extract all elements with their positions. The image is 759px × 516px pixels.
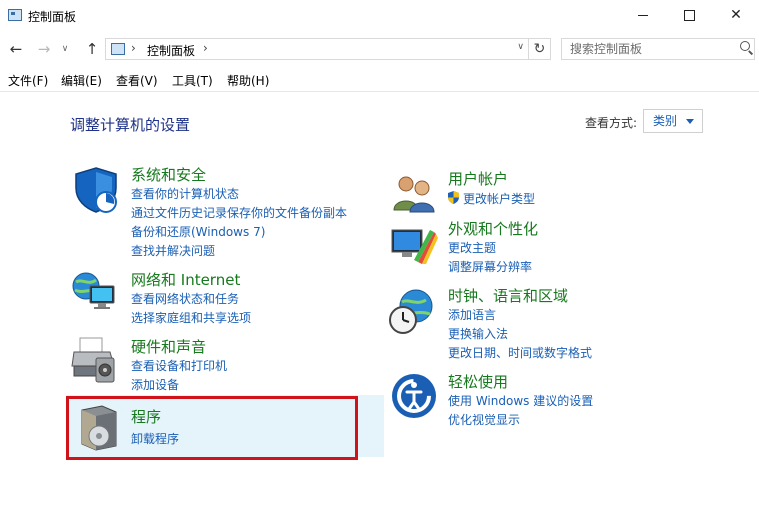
category-user-accounts-title[interactable]: 用户帐户	[448, 168, 508, 189]
page-title: 调整计算机的设置	[70, 116, 191, 134]
chevron-down-icon	[686, 119, 694, 124]
view-by-dropdown[interactable]: 类别	[643, 109, 703, 133]
close-icon: ✕	[730, 7, 742, 23]
breadcrumb-control-panel[interactable]: 控制面板	[147, 42, 195, 59]
breadcrumb-separator[interactable]: ›	[203, 41, 208, 55]
search-icon[interactable]	[740, 41, 750, 51]
link-network-status[interactable]: 查看网络状态和任务	[131, 290, 239, 307]
maximize-button[interactable]	[666, 0, 712, 32]
control-panel-icon	[111, 43, 125, 55]
link-view-computer-status[interactable]: 查看你的计算机状态	[131, 185, 239, 202]
back-button[interactable]: ←	[6, 39, 26, 59]
uac-shield-icon	[448, 191, 459, 204]
search-input[interactable]	[561, 38, 755, 60]
link-change-theme[interactable]: 更改主题	[448, 239, 496, 256]
category-system-security-title[interactable]: 系统和安全	[131, 164, 206, 185]
category-ease-of-access-title[interactable]: 轻松使用	[448, 371, 508, 392]
link-troubleshoot[interactable]: 查找并解决问题	[131, 242, 215, 259]
category-network-internet-title[interactable]: 网络和 Internet	[131, 269, 240, 290]
title-bar: 控制面板 ✕	[0, 0, 759, 32]
recent-locations-button[interactable]: ∨	[58, 39, 72, 59]
menu-view[interactable]: 查看(V)	[116, 72, 158, 89]
link-file-history-backup[interactable]: 通过文件历史记录保存你的文件备份副本	[131, 204, 347, 221]
refresh-button[interactable]: ↻	[529, 38, 551, 60]
view-by-value: 类别	[653, 114, 678, 128]
control-panel-icon	[8, 9, 22, 21]
annotation-highlight-box	[66, 396, 358, 460]
link-optimize-visual-display[interactable]: 优化视觉显示	[448, 411, 520, 428]
link-change-date-time-format[interactable]: 更改日期、时间或数字格式	[448, 344, 592, 361]
printer-icon[interactable]	[70, 336, 118, 384]
link-change-account-type[interactable]: 更改帐户类型	[463, 190, 535, 207]
link-backup-restore[interactable]: 备份和还原(Windows 7)	[131, 223, 265, 240]
minimize-button[interactable]	[620, 0, 666, 32]
menu-file[interactable]: 文件(F)	[8, 72, 48, 89]
breadcrumb-separator[interactable]: ›	[131, 41, 136, 55]
address-bar[interactable]: › 控制面板 › ∨	[105, 38, 529, 60]
forward-button[interactable]: →	[34, 39, 54, 59]
link-add-language[interactable]: 添加语言	[448, 306, 496, 323]
link-change-input-method[interactable]: 更换输入法	[448, 325, 508, 342]
clock-globe-icon[interactable]	[388, 288, 436, 336]
category-clock-region-title[interactable]: 时钟、语言和区域	[448, 285, 568, 306]
link-recommended-settings[interactable]: 使用 Windows 建议的设置	[448, 392, 593, 409]
shield-icon[interactable]	[72, 166, 120, 214]
network-globe-icon[interactable]	[70, 268, 118, 316]
category-hardware-sound-title[interactable]: 硬件和声音	[131, 336, 206, 357]
category-appearance-title[interactable]: 外观和个性化	[448, 218, 538, 239]
link-adjust-resolution[interactable]: 调整屏幕分辨率	[448, 258, 532, 275]
appearance-icon[interactable]	[390, 222, 438, 270]
menu-bar: 文件(F) 编辑(E) 查看(V) 工具(T) 帮助(H)	[0, 68, 759, 92]
link-homegroup-sharing[interactable]: 选择家庭组和共享选项	[131, 309, 251, 326]
user-accounts-icon[interactable]	[390, 170, 438, 218]
address-dropdown-button[interactable]: ∨	[517, 42, 524, 52]
up-button[interactable]: ↑	[82, 39, 102, 59]
close-button[interactable]: ✕	[713, 0, 759, 32]
menu-tools[interactable]: 工具(T)	[172, 72, 213, 89]
menu-edit[interactable]: 编辑(E)	[61, 72, 102, 89]
link-devices-printers[interactable]: 查看设备和打印机	[131, 357, 227, 374]
view-by-label: 查看方式:	[585, 116, 638, 130]
minimize-icon	[638, 14, 648, 16]
menu-help[interactable]: 帮助(H)	[227, 72, 269, 89]
navigation-bar: ← → ∨ ↑ › 控制面板 › ∨ ↻	[0, 32, 759, 66]
ease-of-access-icon[interactable]	[390, 372, 438, 420]
link-add-device[interactable]: 添加设备	[131, 376, 179, 393]
maximize-icon	[683, 9, 695, 21]
window-title: 控制面板	[28, 10, 77, 24]
